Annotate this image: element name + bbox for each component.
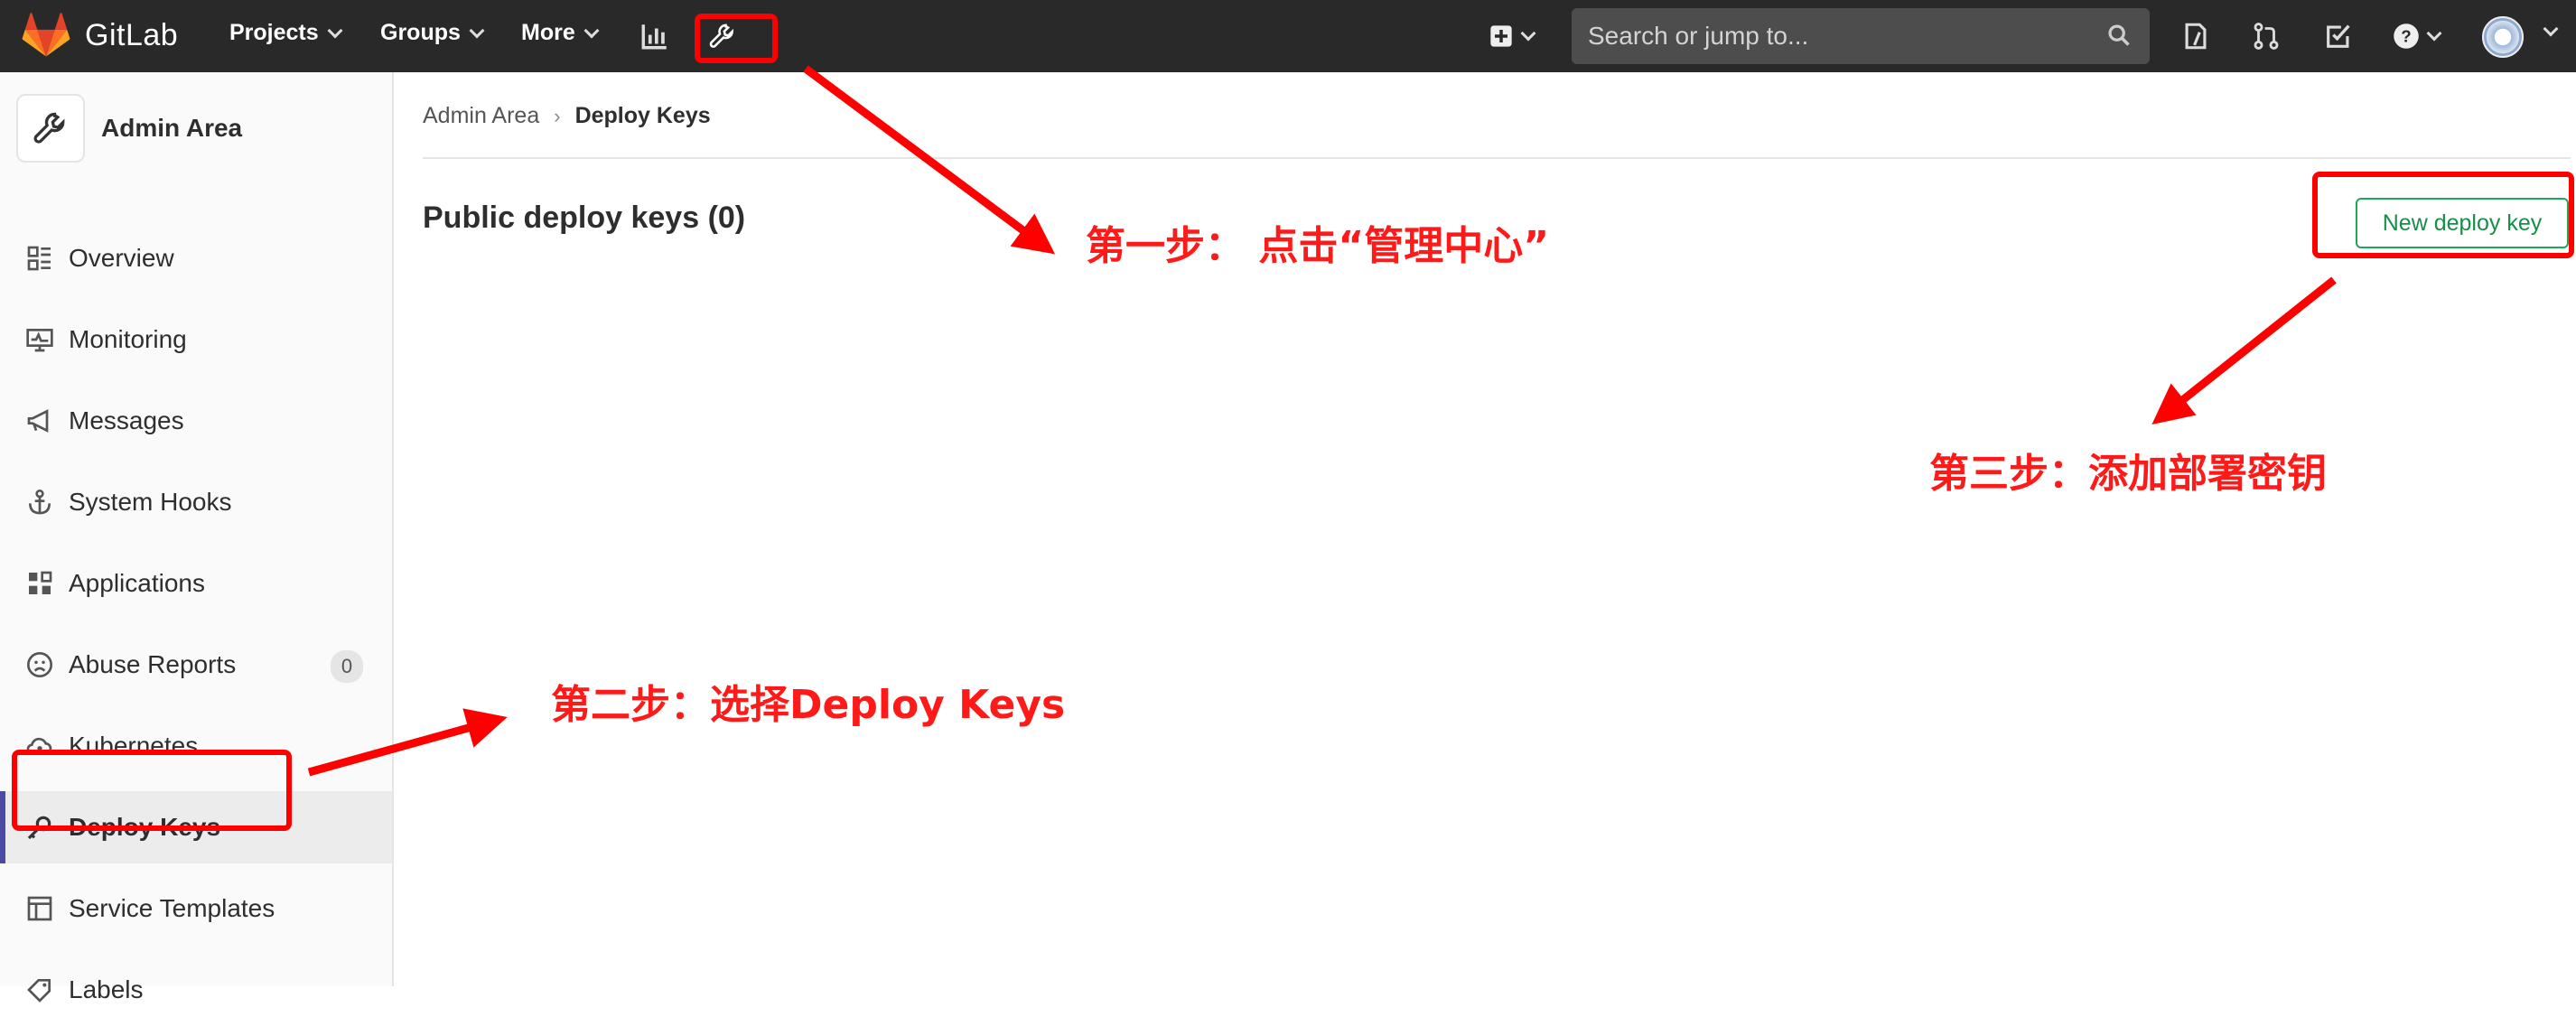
new-dropdown-button[interactable] — [1479, 16, 1543, 56]
sidebar-item-label: Applications — [69, 569, 205, 597]
issues-icon — [2185, 23, 2207, 50]
overview-icon — [27, 246, 51, 271]
sidebar-item-applications[interactable]: Applications — [0, 547, 392, 620]
breadcrumb: Admin Area › Deploy Keys — [423, 103, 711, 129]
projects-label: Projects — [229, 20, 319, 45]
sidebar-title: Admin Area — [101, 114, 243, 142]
search-input[interactable] — [1588, 22, 2094, 51]
issues-button[interactable] — [2175, 16, 2217, 56]
abuse-reports-count-badge: 0 — [331, 650, 363, 683]
sidebar-item-system-hooks[interactable]: System Hooks — [0, 466, 392, 538]
chevron-down-icon — [583, 23, 600, 38]
help-icon: ? — [2394, 23, 2419, 49]
admin-area-avatar — [16, 94, 85, 163]
step1-annotation: 第一步： 点击“管理中心” — [1086, 223, 1550, 269]
groups-dropdown[interactable]: Groups — [380, 20, 485, 46]
user-avatar[interactable] — [2482, 16, 2524, 58]
sidebar-item-overview[interactable]: Overview — [0, 222, 392, 294]
groups-label: Groups — [380, 20, 461, 45]
step3-annotation: 第三步：添加部署密钥 — [1929, 451, 2327, 497]
chevron-down-icon — [1520, 25, 1536, 42]
todos-button[interactable] — [2318, 16, 2359, 56]
admin-sidebar: Admin Area Overview Monitoring Messages … — [0, 72, 394, 1003]
search-box[interactable] — [1572, 8, 2150, 64]
search-icon[interactable] — [2106, 23, 2132, 48]
sidebar-item-abuse-reports[interactable]: Abuse Reports 0 — [0, 629, 392, 701]
todo-check-icon — [2327, 24, 2350, 48]
chevron-down-icon[interactable] — [2543, 21, 2559, 37]
merge-requests-button[interactable] — [2245, 16, 2287, 56]
gitlab-logo[interactable]: GitLab — [22, 13, 178, 58]
tanuki-logo-icon — [22, 13, 70, 57]
sidebar-item-label: Abuse Reports — [69, 650, 237, 678]
new-key-highlight-box — [2312, 172, 2574, 258]
chevron-down-icon — [2426, 25, 2442, 42]
page-title: Public deploy keys (0) — [423, 201, 746, 235]
step2-annotation: 第二步：选择Deploy Keys — [551, 682, 1066, 728]
template-icon — [27, 896, 52, 921]
more-dropdown[interactable]: More — [521, 20, 600, 46]
projects-dropdown[interactable]: Projects — [229, 20, 343, 46]
merge-request-icon — [2254, 23, 2279, 50]
sidebar-item-label: Labels — [69, 975, 144, 1003]
top-navbar: GitLab Projects Groups More Search or ju… — [0, 0, 2576, 72]
megaphone-icon — [27, 409, 49, 433]
sidebar-item-label: Messages — [69, 406, 184, 434]
wrench-icon — [33, 112, 65, 144]
svg-text:?: ? — [2401, 26, 2411, 45]
bar-chart-icon — [641, 24, 667, 50]
breadcrumb-current[interactable]: Deploy Keys — [575, 103, 711, 129]
activity-chart-button[interactable] — [634, 16, 676, 56]
sidebar-item-labels[interactable]: Labels — [0, 954, 392, 1026]
more-label: More — [521, 20, 575, 45]
sidebar-item-messages[interactable]: Messages — [0, 385, 392, 457]
sidebar-item-label: System Hooks — [69, 488, 232, 516]
sidebar-item-label: Monitoring — [69, 325, 187, 353]
chevron-down-icon — [327, 23, 343, 38]
sidebar-item-label: Overview — [69, 244, 174, 272]
admin-area-highlight-box — [695, 14, 778, 63]
sidebar-item-label: Service Templates — [69, 894, 275, 922]
monitor-icon — [26, 329, 53, 352]
chevron-down-icon — [469, 23, 485, 38]
sad-face-icon — [27, 652, 52, 677]
breadcrumb-separator-icon: › — [554, 104, 561, 127]
plus-square-icon — [1490, 25, 1512, 47]
breadcrumb-admin-area-link[interactable]: Admin Area — [423, 103, 539, 129]
sidebar-item-service-templates[interactable]: Service Templates — [0, 872, 392, 945]
sidebar-item-monitoring[interactable]: Monitoring — [0, 303, 392, 376]
main-content: Admin Area › Deploy Keys Public deploy k… — [423, 72, 2571, 986]
deploy-keys-highlight-box — [12, 750, 292, 831]
brand-name: GitLab — [85, 17, 179, 52]
anchor-icon — [29, 490, 51, 515]
grid-icon — [29, 571, 52, 594]
header-divider — [423, 157, 2571, 159]
sidebar-header[interactable]: Admin Area — [16, 94, 242, 163]
help-dropdown-button[interactable]: ? — [2385, 16, 2448, 56]
label-icon — [27, 979, 51, 1003]
